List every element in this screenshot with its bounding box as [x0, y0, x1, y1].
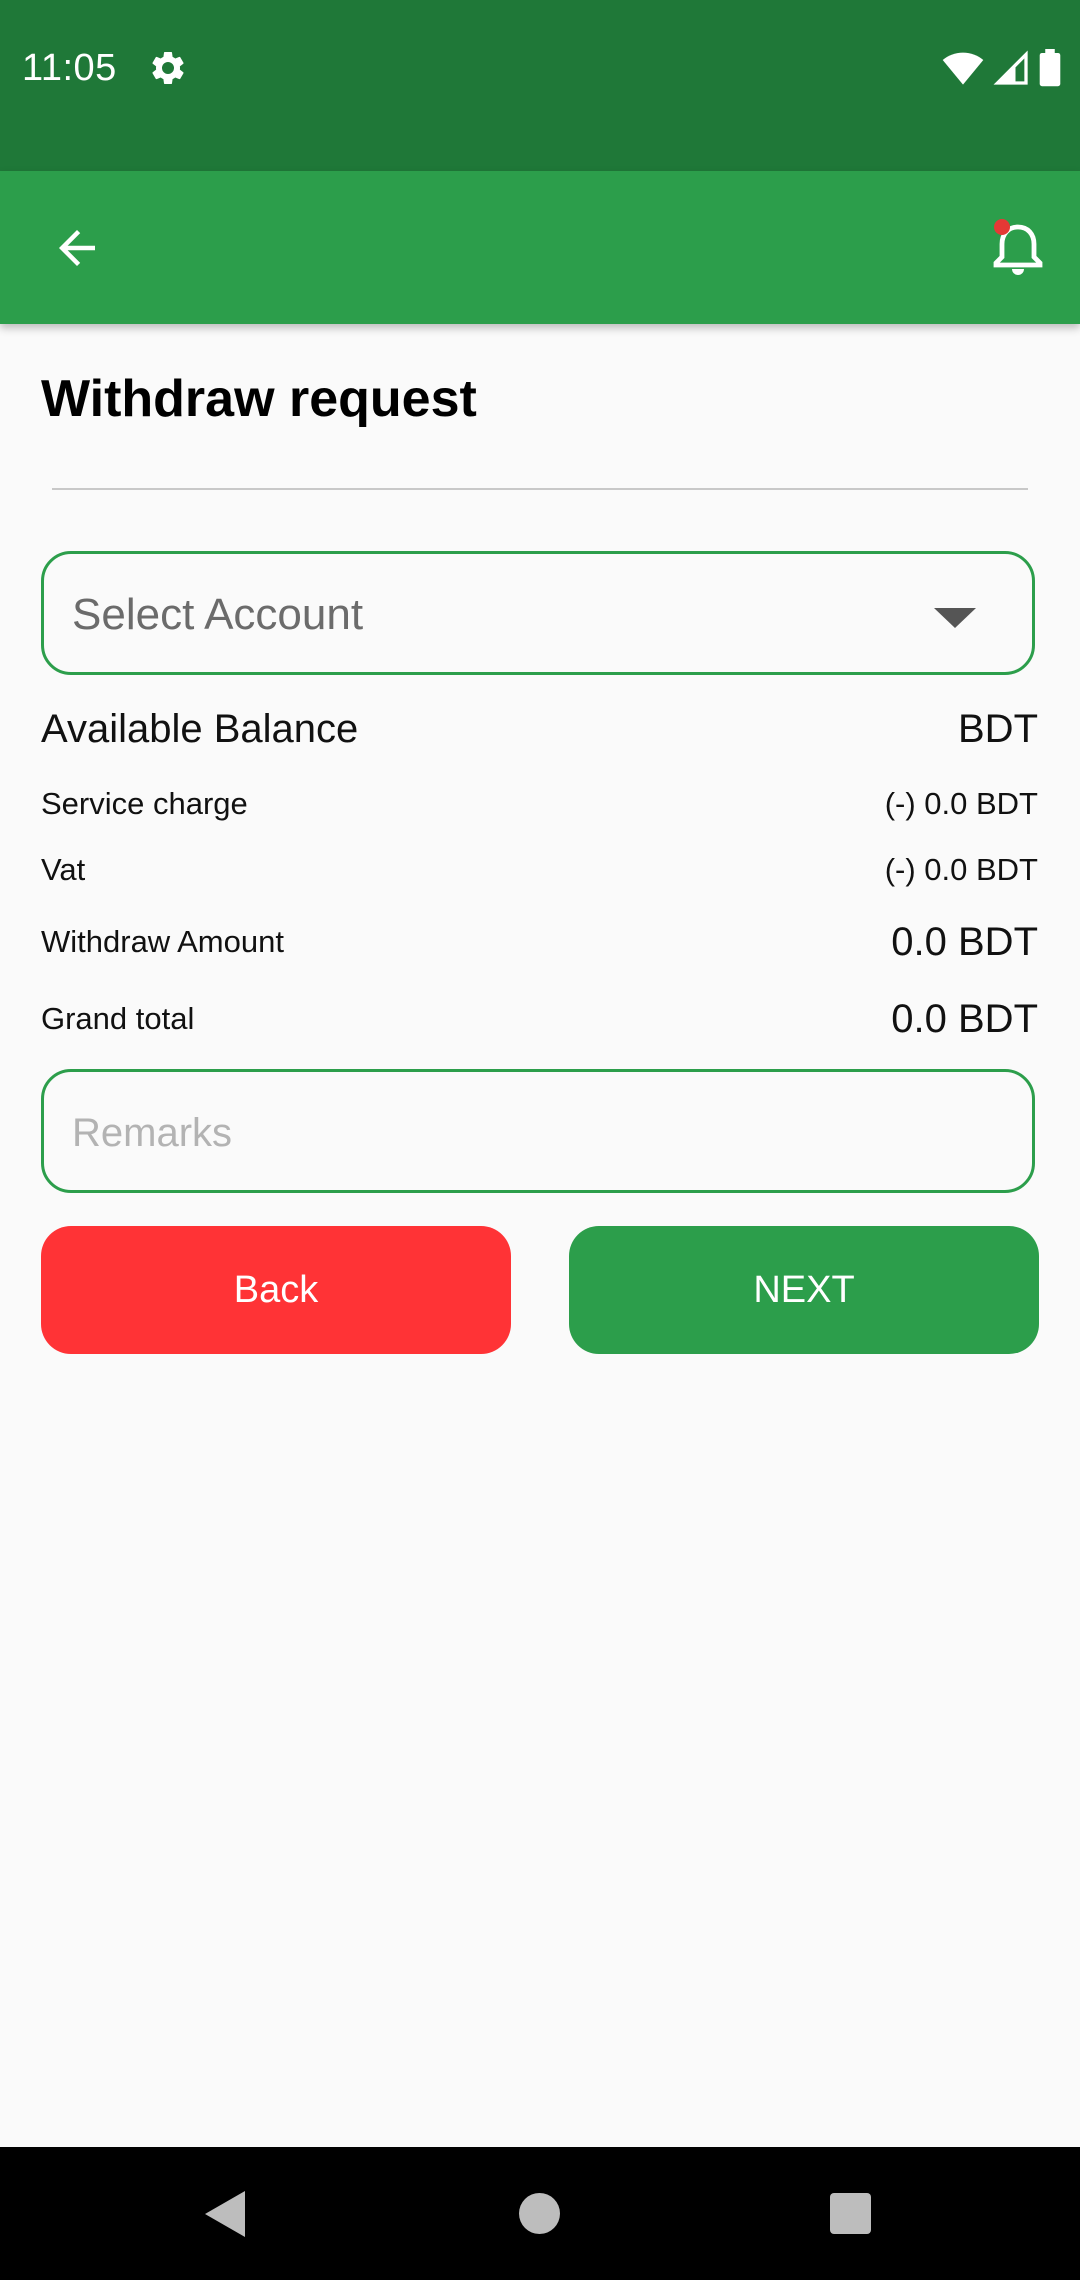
grand-total-row: Grand total 0.0 BDT	[41, 989, 1038, 1049]
cell-signal-icon	[993, 50, 1028, 85]
available-balance-value: BDT	[958, 706, 1038, 751]
nav-back-icon[interactable]	[205, 2191, 245, 2237]
back-button[interactable]: Back	[41, 1226, 511, 1354]
service-charge-row: Service charge (-) 0.0 BDT	[41, 780, 1038, 828]
status-bar: 11:05	[0, 0, 1080, 171]
battery-icon	[1039, 49, 1061, 87]
vat-row: Vat (-) 0.0 BDT	[41, 846, 1038, 894]
account-select-placeholder: Select Account	[72, 590, 364, 639]
remarks-input[interactable]: Remarks	[41, 1069, 1035, 1193]
next-button[interactable]: NEXT	[569, 1226, 1039, 1354]
vat-value: (-) 0.0 BDT	[884, 852, 1038, 887]
grand-total-value: 0.0 BDT	[891, 996, 1038, 1041]
page-title: Withdraw request	[41, 370, 477, 428]
bell-icon[interactable]	[986, 217, 1050, 281]
available-balance-row: Available Balance BDT	[41, 702, 1038, 756]
withdraw-amount-label: Withdraw Amount	[41, 924, 284, 959]
divider	[52, 488, 1028, 490]
app-bar	[0, 171, 1080, 324]
gear-icon	[152, 51, 184, 84]
vat-label: Vat	[41, 852, 86, 887]
withdraw-amount-row: Withdraw Amount 0.0 BDT	[41, 912, 1038, 972]
status-time: 11:05	[22, 47, 117, 89]
back-arrow-icon[interactable]	[50, 221, 104, 275]
available-balance-label: Available Balance	[41, 706, 359, 751]
account-select[interactable]: Select Account	[41, 551, 1035, 675]
grand-total-label: Grand total	[41, 1001, 195, 1036]
nav-home-icon[interactable]	[519, 2193, 560, 2234]
status-icons	[942, 48, 1062, 88]
system-nav-bar	[0, 2147, 1080, 2280]
wifi-icon	[942, 52, 984, 85]
nav-recents-icon[interactable]	[830, 2193, 871, 2234]
remarks-placeholder: Remarks	[72, 1111, 233, 1155]
withdraw-amount-value: 0.0 BDT	[891, 919, 1038, 964]
notification-dot	[994, 219, 1010, 235]
service-charge-value: (-) 0.0 BDT	[884, 786, 1038, 821]
service-charge-label: Service charge	[41, 786, 248, 821]
caret-down-icon	[934, 608, 976, 628]
